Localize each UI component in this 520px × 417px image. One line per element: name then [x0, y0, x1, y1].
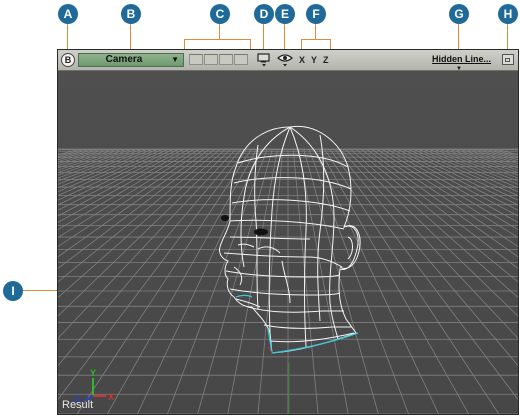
- camera-menu[interactable]: Camera ▼: [78, 53, 184, 67]
- leader-a: [67, 24, 68, 51]
- callout-b: B: [121, 4, 141, 24]
- camera-menu-label: Camera: [105, 54, 143, 65]
- chevron-down-icon: ▼: [171, 55, 179, 64]
- gizmo-y-label: Y: [90, 368, 96, 378]
- viewport[interactable]: Y X Z: [58, 71, 518, 414]
- axis-y-toggle[interactable]: Y: [311, 54, 317, 66]
- viewport-label: Result: [62, 399, 94, 411]
- leader-d: [263, 24, 264, 51]
- bookmark-slot-3[interactable]: [219, 54, 233, 65]
- leader-g: [458, 24, 459, 51]
- eye-icon[interactable]: [277, 53, 293, 67]
- bookmark-slot-1[interactable]: [189, 54, 203, 65]
- callout-i: I: [3, 281, 23, 301]
- maximize-icon[interactable]: [502, 54, 514, 65]
- gizmo-x-label: X: [108, 392, 114, 402]
- leader-b: [130, 24, 131, 51]
- callout-a: A: [58, 4, 78, 24]
- viewer-window: B Camera ▼ X Y Z Hidden Line... ▼ Y X Z …: [57, 49, 519, 415]
- callout-f: F: [306, 4, 326, 24]
- leader-e: [284, 24, 285, 51]
- left-eye: [221, 215, 229, 221]
- bookmark-slot-2[interactable]: [204, 54, 218, 65]
- callout-g: G: [449, 4, 469, 24]
- b-menu-icon[interactable]: B: [61, 53, 75, 67]
- callout-h: H: [498, 4, 518, 24]
- leader-h: [507, 24, 508, 51]
- leader-f-bar: [301, 39, 331, 40]
- leader-f-stem: [315, 24, 316, 39]
- render-mode-menu[interactable]: Hidden Line... ▼: [432, 53, 491, 72]
- monitor-icon[interactable]: [256, 53, 272, 67]
- leader-i: [23, 290, 58, 291]
- right-eye: [254, 228, 268, 236]
- viewer-toolbar: B Camera ▼ X Y Z Hidden Line... ▼: [58, 50, 518, 72]
- callout-d: D: [254, 4, 274, 24]
- leader-c-bar: [184, 39, 251, 40]
- axis-z-toggle[interactable]: Z: [323, 54, 329, 66]
- callout-c: C: [210, 4, 230, 24]
- leader-c-stem: [219, 24, 220, 39]
- bookmark-slot-4[interactable]: [234, 54, 248, 65]
- axis-x-toggle[interactable]: X: [299, 54, 305, 66]
- callout-e: E: [275, 4, 295, 24]
